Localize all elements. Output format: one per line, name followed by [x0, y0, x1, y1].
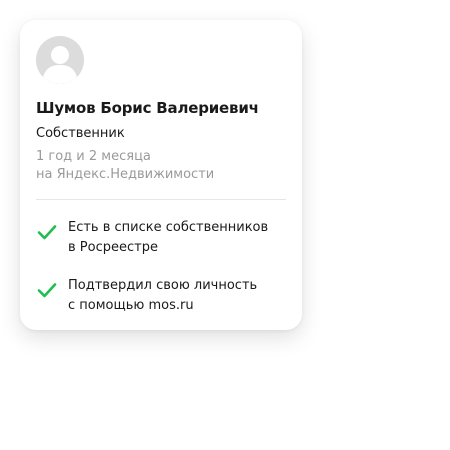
verification-item-mosru: Подтвердил свою личность с помощью mos.r… [36, 276, 292, 316]
owner-name: Шумов Борис Валериевич [36, 99, 259, 117]
check-icon [37, 225, 57, 240]
verification-line-1: Есть в списке собственников [68, 220, 269, 235]
duration-line-2: на Яндекс.Недвижимости [36, 167, 215, 182]
verification-text: Есть в списке собственников в Росреестре [68, 218, 268, 258]
owner-role: Собственник [36, 126, 125, 141]
verification-line-2: в Росреестре [68, 240, 158, 255]
divider [36, 199, 286, 200]
verification-text: Подтвердил свою личность с помощью mos.r… [68, 276, 257, 316]
check-icon [37, 283, 57, 298]
verification-line-2: с помощью mos.ru [68, 298, 194, 313]
avatar [36, 36, 84, 84]
owner-card: Шумов Борис Валериевич Собственник 1 год… [20, 20, 302, 330]
verification-item-rosreestr: Есть в списке собственников в Росреестре [36, 218, 292, 258]
verification-line-1: Подтвердил свою личность [68, 278, 258, 293]
user-silhouette-icon [36, 36, 84, 84]
duration-line-1: 1 год и 2 месяца [36, 149, 151, 164]
owner-duration: 1 год и 2 месяца на Яндекс.Недвижимости [36, 148, 214, 184]
